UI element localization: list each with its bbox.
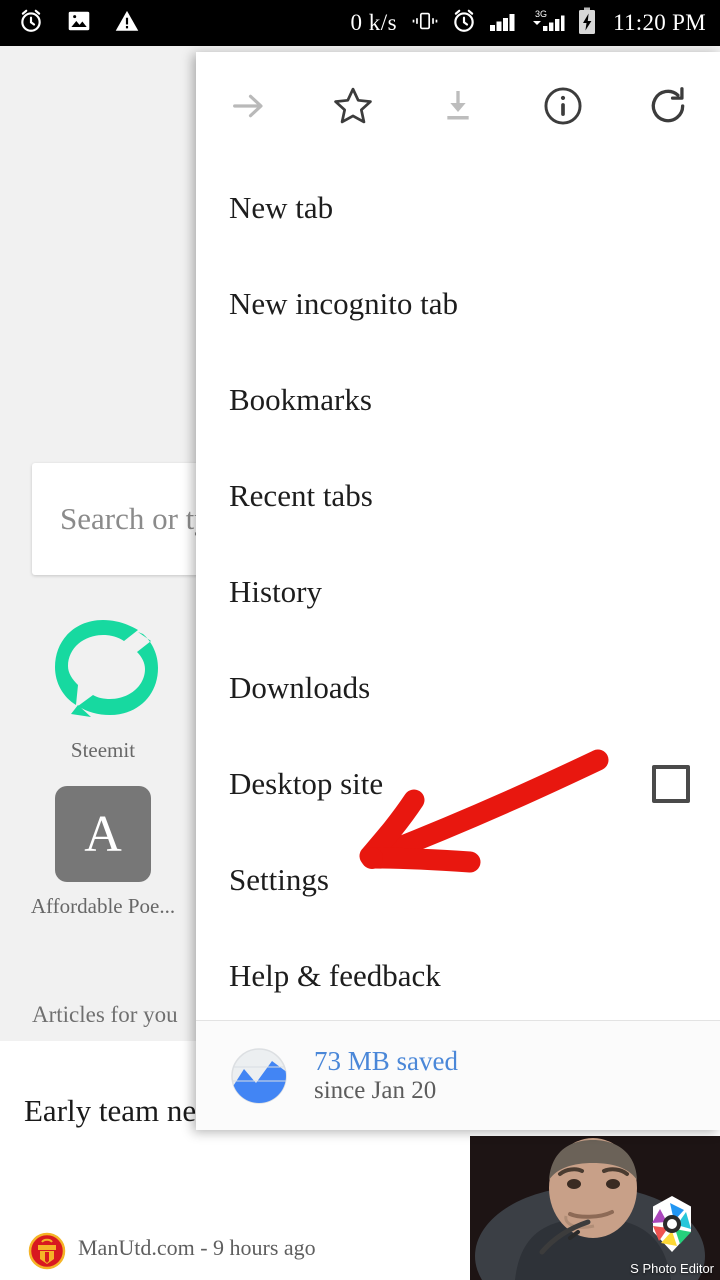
menu-item-label: Desktop site <box>229 766 384 801</box>
manutd-logo-icon <box>28 1232 66 1270</box>
data-saver-footer[interactable]: 73 MB saved since Jan 20 <box>196 1020 720 1130</box>
tile-label: Steemit <box>70 738 136 762</box>
battery-charging-icon <box>577 7 597 40</box>
letter-a-tile: A <box>55 786 151 882</box>
menu-item-recent-tabs[interactable]: Recent tabs <box>196 448 720 544</box>
download-icon[interactable] <box>406 52 511 160</box>
screen: 0 k/s 3G 11:20 PM Search or ty Steemit A… <box>0 0 720 1280</box>
desktop-site-checkbox[interactable] <box>652 765 690 803</box>
article-thumbnail[interactable]: S Photo Editor <box>470 1136 720 1280</box>
data-saver-text: 73 MB saved since Jan 20 <box>314 1046 458 1106</box>
menu-item-label: History <box>229 574 322 609</box>
articles-for-you-header: Articles for you <box>32 1002 178 1027</box>
photo-editor-watermark-label: S Photo Editor <box>630 1261 714 1276</box>
vibrate-icon <box>411 9 439 38</box>
data-saver-chart-icon <box>230 1047 288 1105</box>
browser-overflow-menu: New tab New incognito tab Bookmarks Rece… <box>196 52 720 1130</box>
menu-item-label: Help & feedback <box>229 958 441 993</box>
data-saved-since: since Jan 20 <box>314 1076 437 1104</box>
article-source-label: ManUtd.com - 9 hours ago <box>78 1235 316 1260</box>
menu-item-new-tab[interactable]: New tab <box>196 160 720 256</box>
warning-triangle-icon <box>114 8 140 39</box>
menu-item-label: Bookmarks <box>229 382 372 417</box>
reload-icon[interactable] <box>615 52 720 160</box>
tile-letter: A <box>84 805 122 863</box>
search-placeholder: Search or ty <box>60 501 210 536</box>
tile-label: Affordable Poe... <box>30 894 176 918</box>
menu-item-desktop-site[interactable]: Desktop site <box>196 736 720 832</box>
menu-item-label: New tab <box>229 190 334 225</box>
menu-item-label: Recent tabs <box>229 478 373 513</box>
3g-signal-icon: 3G <box>531 8 565 39</box>
signal-bars-icon <box>489 9 519 38</box>
star-icon[interactable] <box>301 52 406 160</box>
data-saved-amount: 73 MB saved <box>314 1045 458 1076</box>
forward-arrow-icon[interactable] <box>196 52 301 160</box>
menu-item-history[interactable]: History <box>196 544 720 640</box>
info-circle-icon[interactable] <box>510 52 615 160</box>
alarm-clock-icon <box>451 8 477 39</box>
menu-item-downloads[interactable]: Downloads <box>196 640 720 736</box>
status-bar: 0 k/s 3G 11:20 PM <box>0 0 720 46</box>
data-rate-label: 0 k/s <box>350 10 398 35</box>
menu-item-list: New tab New incognito tab Bookmarks Rece… <box>196 160 720 1024</box>
steemit-logo-icon <box>48 616 158 726</box>
s-photo-editor-logo-icon <box>641 1193 703 1260</box>
menu-item-new-incognito-tab[interactable]: New incognito tab <box>196 256 720 352</box>
menu-item-bookmarks[interactable]: Bookmarks <box>196 352 720 448</box>
status-bar-right-icons: 0 k/s 3G 11:20 PM <box>350 7 720 40</box>
tile-affordable-poems[interactable]: A Affordable Poe... <box>28 786 178 919</box>
menu-item-label: New incognito tab <box>229 286 459 321</box>
photo-editor-watermark: S Photo Editor <box>630 1193 714 1276</box>
status-bar-left-icons <box>0 8 140 39</box>
alarm-clock-icon <box>18 8 44 39</box>
image-icon <box>66 8 92 39</box>
article-title: Early team new <box>24 1093 219 1128</box>
menu-item-label: Settings <box>229 862 329 897</box>
menu-item-settings[interactable]: Settings <box>196 832 720 928</box>
clock-time-label: 11:20 PM <box>613 10 706 35</box>
svg-text:3G: 3G <box>535 9 547 19</box>
menu-toolbar <box>196 52 720 160</box>
menu-item-label: Downloads <box>229 670 371 705</box>
menu-item-help-and-feedback[interactable]: Help & feedback <box>196 928 720 1024</box>
tile-steemit[interactable]: Steemit <box>28 616 178 763</box>
